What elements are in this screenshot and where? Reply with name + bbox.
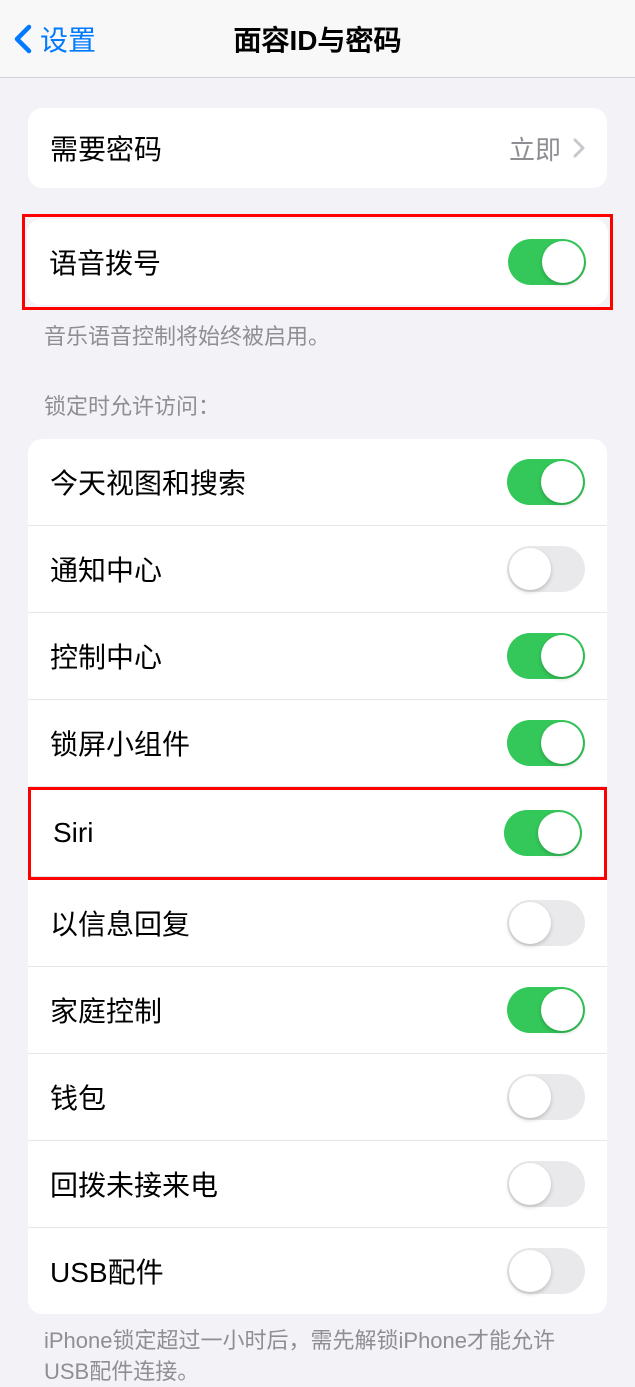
- toggle-knob: [541, 635, 583, 677]
- lock-item-row: USB配件: [28, 1228, 607, 1314]
- voice-dial-highlight: 语音拨号: [22, 214, 613, 310]
- lock-access-header: 锁定时允许访问：: [0, 389, 635, 431]
- lock-item-label: 以信息回复: [50, 903, 190, 943]
- lock-item-row: 通知中心: [28, 526, 607, 613]
- siri-highlight: Siri: [28, 787, 607, 880]
- voice-dial-group: 语音拨号: [27, 219, 608, 305]
- lock-item-label: 锁屏小组件: [50, 723, 190, 763]
- lock-item-row: 回拨未接来电: [28, 1141, 607, 1228]
- lock-item-toggle[interactable]: [507, 987, 585, 1033]
- lock-item-toggle[interactable]: [507, 1248, 585, 1294]
- toggle-knob: [542, 241, 584, 283]
- toggle-knob: [509, 1076, 551, 1118]
- lock-item-toggle[interactable]: [507, 900, 585, 946]
- lock-access-group: 今天视图和搜索通知中心控制中心锁屏小组件 Siri 以信息回复家庭控制钱包回拨未接来…: [28, 439, 607, 1314]
- toggle-knob: [538, 812, 580, 854]
- chevron-left-icon: [14, 24, 32, 54]
- lock-item-toggle[interactable]: [507, 546, 585, 592]
- lock-item-row: 以信息回复: [28, 880, 607, 967]
- lock-item-toggle[interactable]: [507, 633, 585, 679]
- lock-item-label: 回拨未接来电: [50, 1164, 218, 1204]
- lock-item-label: Siri: [53, 817, 93, 849]
- require-passcode-value: 立即: [509, 130, 585, 167]
- lock-item-label: 家庭控制: [50, 990, 162, 1030]
- voice-dial-toggle[interactable]: [508, 239, 586, 285]
- passcode-group: 需要密码 立即: [28, 108, 607, 188]
- lock-item-toggle[interactable]: [504, 810, 582, 856]
- lock-item-label: 通知中心: [50, 549, 162, 589]
- lock-item-toggle[interactable]: [507, 459, 585, 505]
- toggle-knob: [509, 1250, 551, 1292]
- require-passcode-row[interactable]: 需要密码 立即: [28, 108, 607, 188]
- toggle-knob: [509, 1163, 551, 1205]
- lock-item-toggle[interactable]: [507, 720, 585, 766]
- toggle-knob: [509, 548, 551, 590]
- toggle-knob: [541, 989, 583, 1031]
- lock-item-row: 锁屏小组件: [28, 700, 607, 787]
- lock-item-row: Siri: [31, 790, 604, 877]
- lock-item-row: 钱包: [28, 1054, 607, 1141]
- lock-item-label: 钱包: [50, 1077, 106, 1117]
- lock-item-row: 今天视图和搜索: [28, 439, 607, 526]
- chevron-right-icon: [573, 138, 585, 158]
- toggle-knob: [541, 722, 583, 764]
- lock-item-label: 控制中心: [50, 636, 162, 676]
- lock-access-footer: iPhone锁定超过一小时后，需先解锁iPhone才能允许USB配件连接。: [0, 1314, 635, 1387]
- voice-dial-row: 语音拨号: [27, 219, 608, 305]
- lock-item-label: USB配件: [50, 1251, 164, 1291]
- lock-item-toggle[interactable]: [507, 1074, 585, 1120]
- lock-item-row: 家庭控制: [28, 967, 607, 1054]
- lock-item-toggle[interactable]: [507, 1161, 585, 1207]
- back-label: 设置: [40, 19, 96, 59]
- lock-item-row: 控制中心: [28, 613, 607, 700]
- lock-item-label: 今天视图和搜索: [50, 462, 246, 502]
- passcode-value-text: 立即: [509, 130, 561, 167]
- toggle-knob: [541, 461, 583, 503]
- page-title: 面容ID与密码: [233, 19, 401, 59]
- voice-dial-label: 语音拨号: [49, 242, 161, 282]
- require-passcode-label: 需要密码: [50, 128, 162, 168]
- navigation-header: 设置 面容ID与密码: [0, 0, 635, 78]
- voice-dial-footer: 音乐语音控制将始终被启用。: [0, 310, 635, 353]
- back-button[interactable]: 设置: [14, 19, 96, 59]
- toggle-knob: [509, 902, 551, 944]
